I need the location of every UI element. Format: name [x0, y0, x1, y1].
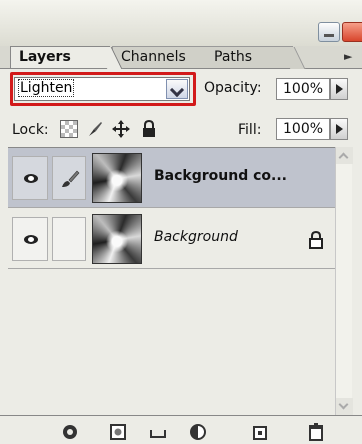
panel-menu-icon[interactable]: ►	[344, 50, 352, 63]
layer-name[interactable]: Background co...	[154, 168, 287, 184]
tab-channels[interactable]: Channels	[112, 46, 206, 68]
blend-mode-select[interactable]: Lighten	[14, 77, 190, 101]
eye-icon	[24, 174, 38, 183]
fill-input[interactable]: 100%	[276, 118, 330, 140]
layer-link-cell[interactable]	[52, 217, 86, 261]
tab-paths[interactable]: Paths	[205, 46, 293, 68]
opacity-input[interactable]: 100%	[276, 78, 330, 100]
new-group-icon[interactable]	[148, 422, 168, 442]
layer-row[interactable]: Background	[8, 209, 335, 269]
blend-mode-value: Lighten	[17, 79, 75, 97]
layer-list: Background co... Background	[8, 147, 335, 415]
scroll-down-icon[interactable]	[336, 398, 353, 415]
layer-link-cell[interactable]	[52, 156, 86, 200]
tab-paths-label: Paths	[214, 49, 253, 65]
panel-titlebar	[0, 0, 362, 46]
triangle-right-icon	[336, 84, 343, 94]
fill-slider-button[interactable]	[330, 118, 348, 140]
layer-name[interactable]: Background	[154, 229, 238, 245]
lock-all-icon[interactable]	[140, 120, 158, 138]
new-adjustment-layer-icon[interactable]	[188, 422, 208, 442]
layer-list-scrollbar[interactable]	[335, 147, 353, 415]
panel-footer	[0, 415, 362, 444]
tab-layers-label: Layers	[19, 49, 71, 65]
visibility-toggle[interactable]	[12, 217, 48, 261]
layer-thumbnail[interactable]	[92, 214, 142, 264]
tab-channels-label: Channels	[121, 49, 186, 65]
lock-transparent-icon[interactable]	[60, 120, 78, 138]
scroll-up-icon[interactable]	[336, 147, 353, 164]
lock-position-icon[interactable]	[112, 120, 130, 138]
brush-icon	[62, 170, 80, 187]
eye-icon	[24, 235, 38, 244]
chevron-down-icon[interactable]	[166, 79, 188, 99]
tab-layers[interactable]: Layers	[10, 46, 110, 68]
layer-row[interactable]: Background co...	[8, 148, 335, 208]
layers-panel: Paths Channels Layers ► Lighten Opacity:…	[0, 0, 362, 444]
add-layer-style-icon[interactable]	[108, 422, 128, 442]
layer-thumbnail[interactable]	[92, 153, 142, 203]
opacity-slider-button[interactable]	[330, 78, 348, 100]
delete-layer-icon[interactable]	[306, 422, 326, 442]
lock-icon	[309, 231, 323, 249]
lock-image-icon[interactable]	[86, 120, 104, 138]
opacity-label: Opacity:	[204, 80, 262, 96]
triangle-right-icon	[336, 124, 343, 134]
link-layers-icon[interactable]	[60, 422, 80, 442]
minimize-button[interactable]	[318, 22, 340, 42]
lock-label: Lock:	[12, 122, 49, 138]
new-layer-icon[interactable]	[250, 422, 270, 442]
fill-label: Fill:	[238, 122, 262, 138]
close-button[interactable]	[342, 22, 362, 42]
visibility-toggle[interactable]	[12, 156, 48, 200]
